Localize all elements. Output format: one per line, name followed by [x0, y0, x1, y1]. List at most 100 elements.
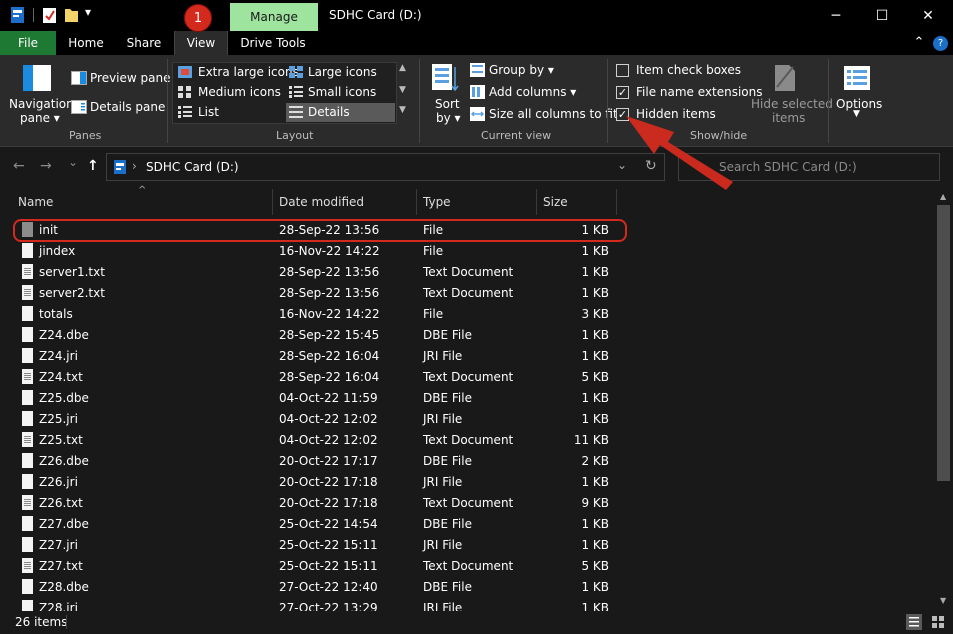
breadcrumb-path[interactable]: SDHC Card (D:)	[146, 160, 239, 174]
file-name[interactable]: Z24.txt	[39, 370, 83, 384]
file-name[interactable]: Z28.dbe	[39, 580, 89, 594]
help-icon[interactable]: ?	[933, 36, 948, 51]
add-columns-button[interactable]: Add columns ▾	[489, 85, 576, 99]
file-name[interactable]: Z26.dbe	[39, 454, 89, 468]
file-date: 25-Oct-22 15:11	[279, 538, 378, 552]
tab-drive-tools[interactable]: Drive Tools	[232, 31, 314, 55]
collapse-ribbon-icon[interactable]: ⌃	[910, 31, 928, 55]
search-input[interactable]: ⌕ Search SDHC Card (D:)	[678, 153, 940, 181]
layout-scroll-up-icon[interactable]: ▲	[399, 63, 406, 73]
table-row[interactable]: server1.txt 28-Sep-22 13:56 Text Document 1…	[0, 262, 936, 283]
refresh-icon[interactable]: ↻	[645, 158, 657, 174]
file-name[interactable]: Z24.dbe	[39, 328, 89, 342]
file-name[interactable]: Z28.jri	[39, 601, 78, 611]
hide-selected-items-label[interactable]: Hide selected	[751, 97, 833, 111]
properties-icon[interactable]	[42, 6, 58, 24]
table-row[interactable]: Z25.dbe 04-Oct-22 11:59 DBE File 1 KB	[0, 388, 936, 409]
table-row[interactable]: Z28.jri 27-Oct-22 13:29 JRI File 1 KB	[0, 598, 936, 611]
table-row[interactable]: totals 16-Nov-22 14:22 File 3 KB	[0, 304, 936, 325]
tab-manage[interactable]: Manage	[230, 3, 318, 31]
table-row[interactable]: Z26.txt 20-Oct-22 17:18 Text Document 9 KB	[0, 493, 936, 514]
preview-pane-button[interactable]: Preview pane	[90, 71, 170, 85]
table-row[interactable]: server2.txt 28-Sep-22 13:56 Text Document 1…	[0, 283, 936, 304]
sort-by-label[interactable]: Sort	[435, 97, 460, 111]
table-row[interactable]: Z24.jri 28-Sep-22 16:04 JRI File 1 KB	[0, 346, 936, 367]
group-separator	[607, 59, 608, 143]
table-row[interactable]: Z27.dbe 25-Oct-22 14:54 DBE File 1 KB	[0, 514, 936, 535]
sort-by-label-2[interactable]: by ▾	[436, 111, 461, 125]
details-view-icon[interactable]	[906, 614, 922, 630]
layout-small-icons[interactable]: Small icons	[308, 85, 376, 99]
table-row[interactable]: Z28.dbe 27-Oct-22 12:40 DBE File 1 KB	[0, 577, 936, 598]
file-name[interactable]: Z27.dbe	[39, 517, 89, 531]
table-row[interactable]: Z27.jri 25-Oct-22 15:11 JRI File 1 KB	[0, 535, 936, 556]
back-button[interactable]: ←	[13, 158, 25, 174]
layout-list[interactable]: List	[198, 105, 219, 119]
layout-scroll-down-icon[interactable]: ▼	[399, 85, 406, 95]
details-pane-button[interactable]: Details pane	[90, 100, 165, 114]
address-dropdown-icon[interactable]: ⌄	[617, 158, 627, 172]
navigation-pane-label[interactable]: Navigation	[9, 97, 74, 111]
layout-large-icons[interactable]: Large icons	[308, 65, 377, 79]
column-size[interactable]: Size	[537, 189, 617, 215]
file-name[interactable]: server2.txt	[39, 286, 105, 300]
table-row[interactable]: Z25.txt 04-Oct-22 12:02 Text Document 11 KB	[0, 430, 936, 451]
column-date-modified[interactable]: Date modified	[273, 189, 417, 215]
table-row[interactable]: Z26.dbe 20-Oct-22 17:17 DBE File 2 KB	[0, 451, 936, 472]
tab-share[interactable]: Share	[118, 31, 170, 55]
layout-medium-icons[interactable]: Medium icons	[198, 85, 281, 99]
file-name[interactable]: Z25.txt	[39, 433, 83, 447]
scroll-up-icon[interactable]: ▲	[940, 192, 946, 201]
scroll-down-icon[interactable]: ▼	[940, 596, 946, 605]
file-name[interactable]: Z25.jri	[39, 412, 78, 426]
file-name[interactable]: jindex	[39, 244, 75, 258]
table-row[interactable]: Z24.txt 28-Sep-22 16:04 Text Document 5 KB	[0, 367, 936, 388]
new-folder-icon[interactable]	[64, 6, 80, 24]
file-name[interactable]: totals	[39, 307, 73, 321]
scrollbar-thumb[interactable]	[937, 205, 950, 481]
close-button[interactable]: ✕	[905, 0, 951, 31]
table-row[interactable]: Z24.dbe 28-Sep-22 15:45 DBE File 1 KB	[0, 325, 936, 346]
file-name[interactable]: Z27.jri	[39, 538, 78, 552]
maximize-button[interactable]: ☐	[859, 0, 905, 31]
layout-expand-icon[interactable]: ▼	[399, 105, 406, 115]
file-name[interactable]: server1.txt	[39, 265, 105, 279]
forward-button[interactable]: →	[40, 158, 52, 174]
file-name[interactable]: Z24.jri	[39, 349, 78, 363]
column-name[interactable]: Name	[12, 189, 273, 215]
file-name[interactable]: Z25.dbe	[39, 391, 89, 405]
size-all-columns-button[interactable]: Size all columns to fit	[489, 107, 618, 121]
file-name-extensions-label[interactable]: File name extensions	[636, 85, 763, 99]
file-size: 1 KB	[581, 601, 609, 611]
recent-locations-button[interactable]: ⌄	[68, 155, 78, 169]
table-row[interactable]: Z25.jri 04-Oct-22 12:02 JRI File 1 KB	[0, 409, 936, 430]
options-dropdown-icon[interactable]: ▼	[853, 109, 860, 119]
tab-view[interactable]: View	[174, 31, 228, 55]
hidden-items-label[interactable]: Hidden items	[636, 107, 716, 121]
group-by-button[interactable]: Group by ▾	[489, 63, 554, 77]
layout-details[interactable]: Details	[308, 105, 350, 119]
column-type[interactable]: Type	[417, 189, 537, 215]
quick-access-dropdown-icon[interactable]: ▾	[85, 5, 91, 19]
layout-extra-large-icons[interactable]: Extra large icons	[198, 65, 299, 79]
file-date: 20-Oct-22 17:18	[279, 496, 378, 510]
file-name-extensions-checkbox[interactable]: ✓	[616, 86, 629, 99]
hidden-items-checkbox[interactable]: ✓	[616, 108, 629, 121]
tab-home[interactable]: Home	[60, 31, 112, 55]
file-name[interactable]: Z27.txt	[39, 559, 83, 573]
item-check-boxes-label[interactable]: Item check boxes	[636, 63, 741, 77]
tab-file[interactable]: File	[0, 31, 56, 55]
table-row[interactable]: Z27.txt 25-Oct-22 15:11 Text Document 5 KB	[0, 556, 936, 577]
file-name[interactable]: Z26.jri	[39, 475, 78, 489]
table-row[interactable]: Z26.jri 20-Oct-22 17:18 JRI File 1 KB	[0, 472, 936, 493]
minimize-button[interactable]: ─	[813, 0, 859, 31]
address-input[interactable]: › SDHC Card (D:) ⌄ ↻	[106, 153, 665, 181]
list-icon	[178, 106, 192, 118]
navigation-pane-label-2[interactable]: pane ▾	[20, 111, 60, 125]
file-name[interactable]: Z26.txt	[39, 496, 83, 510]
up-button[interactable]: ↑	[87, 158, 99, 174]
large-icons-view-icon[interactable]	[930, 614, 946, 630]
hide-selected-items-label-2[interactable]: items	[772, 111, 805, 125]
item-check-boxes-checkbox[interactable]	[616, 64, 629, 77]
table-row[interactable]: jindex 16-Nov-22 14:22 File 1 KB	[0, 241, 936, 262]
